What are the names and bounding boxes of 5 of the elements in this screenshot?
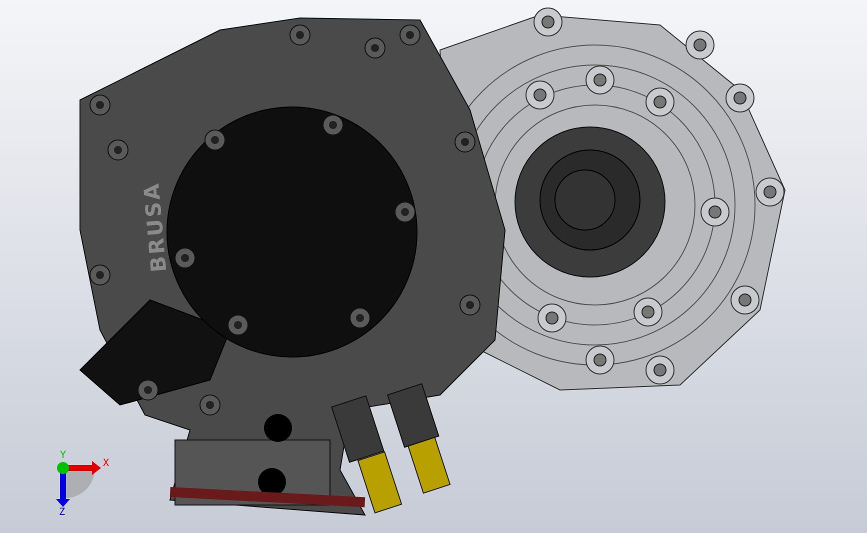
embossed-logo-text: BRUSA [139, 180, 172, 274]
x-axis-label: X [103, 459, 110, 469]
y-axis-ball-icon [57, 462, 69, 474]
z-axis-label: Z [59, 508, 66, 518]
y-axis-label: Y [60, 451, 66, 461]
